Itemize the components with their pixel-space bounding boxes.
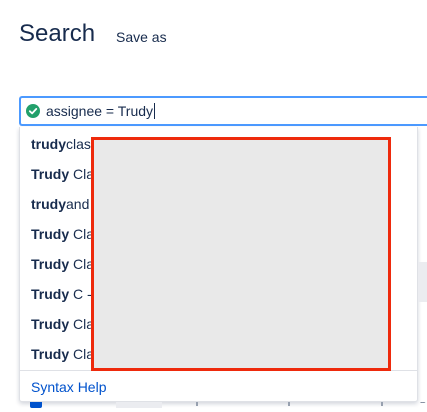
save-as-button[interactable]: Save as <box>116 29 167 45</box>
separator-mark <box>288 402 290 406</box>
background-bar <box>116 402 162 408</box>
match-text: Trudy <box>31 256 70 272</box>
background-text: S <box>419 402 426 406</box>
match-text: trudy <box>31 196 66 212</box>
suggestion-text: and <box>66 196 90 212</box>
page-title: Search <box>19 20 96 47</box>
jql-query-text: assignee = Trudy <box>46 103 156 119</box>
match-text: Trudy <box>31 226 70 242</box>
separator-mark <box>381 402 383 406</box>
background-panel <box>418 262 427 302</box>
match-text: Trudy <box>31 346 70 362</box>
jql-query-input[interactable]: assignee = Trudy <box>19 96 427 126</box>
checkbox-icon[interactable] <box>30 402 42 408</box>
redaction-box <box>91 137 391 371</box>
check-circle-icon <box>26 104 40 118</box>
match-text: Trudy <box>31 286 70 302</box>
syntax-help-link[interactable]: Syntax Help <box>31 379 106 395</box>
suggestion-text: clas <box>66 136 91 152</box>
match-text: Trudy <box>31 166 70 182</box>
background-results-row: S <box>0 402 427 412</box>
match-text: Trudy <box>31 316 70 332</box>
text-cursor <box>154 103 156 119</box>
suggestion-text: C - <box>69 286 92 302</box>
search-page: Search Save as assignee = Trudy trudycla… <box>0 0 427 412</box>
separator-mark <box>196 402 198 406</box>
match-text: trudy <box>31 136 66 152</box>
